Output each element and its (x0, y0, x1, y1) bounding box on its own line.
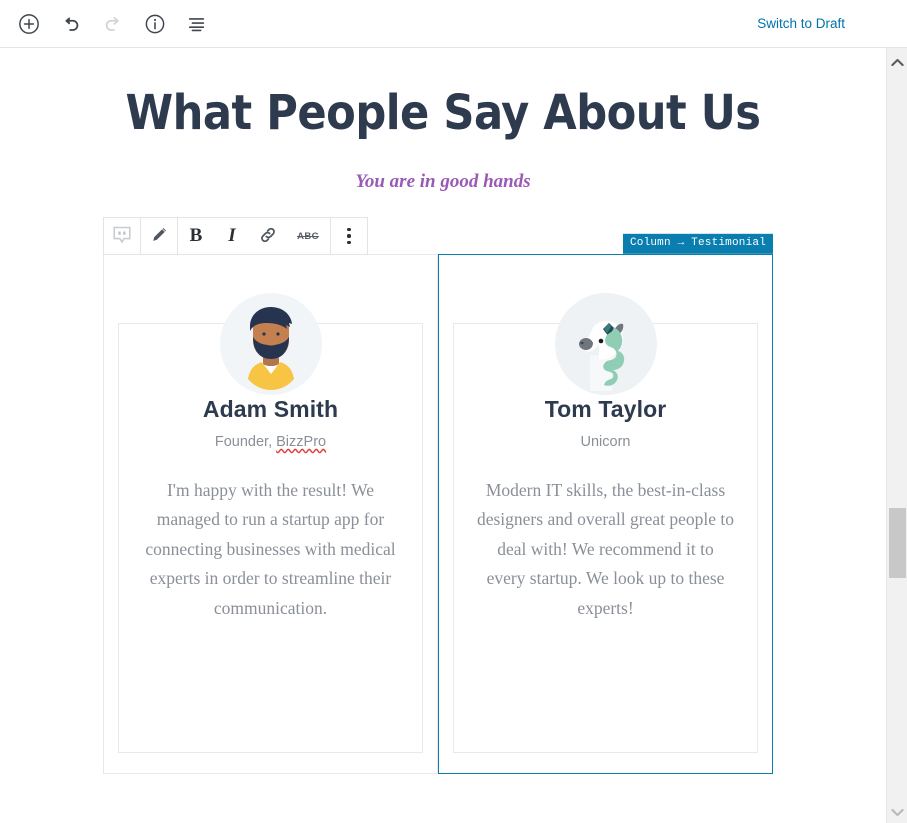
undo-button[interactable] (56, 9, 86, 39)
vertical-scrollbar[interactable] (886, 48, 907, 823)
text-format-group: B I ABC (178, 218, 331, 254)
undo-icon (60, 13, 82, 35)
italic-button[interactable]: I (214, 218, 250, 254)
block-type-group (104, 218, 141, 254)
editor-canvas: What People Say About Us You are in good… (0, 48, 886, 823)
link-button[interactable] (250, 218, 286, 254)
selected-block-breadcrumb: Column → Testimonial (622, 233, 773, 254)
bearded-man-avatar (219, 293, 322, 395)
editor-root: Switch to Draft What People Say About Us… (0, 0, 907, 823)
testimonial-name[interactable]: Tom Taylor (476, 396, 735, 423)
add-block-button[interactable] (14, 9, 44, 39)
column-block-1[interactable]: Adam Smith Founder, BizzPro I'm happy wi… (103, 254, 438, 774)
strikethrough-button[interactable]: ABC (286, 218, 330, 254)
scroll-down-button[interactable] (887, 803, 907, 823)
more-options-group (331, 218, 367, 254)
more-options-button[interactable] (331, 218, 367, 254)
pencil-icon (149, 225, 169, 248)
block-edit-group (141, 218, 178, 254)
content-info-button[interactable] (140, 9, 170, 39)
info-circle-icon (144, 13, 166, 35)
testimonial-role[interactable]: Unicorn (476, 423, 735, 450)
page-subtitle[interactable]: You are in good hands (0, 141, 886, 193)
block-toolbar: B I ABC (103, 217, 368, 255)
page-title[interactable]: What People Say About Us (0, 48, 886, 141)
editor-top-bar: Switch to Draft (0, 0, 907, 48)
chevron-down-icon (891, 804, 904, 822)
columns-block: Adam Smith Founder, BizzPro I'm happy wi… (103, 233, 773, 774)
chevron-up-icon (891, 54, 904, 72)
block-navigation-button[interactable] (182, 9, 212, 39)
scrollbar-thumb[interactable] (889, 508, 906, 578)
quote-bubble-icon (111, 224, 133, 249)
edit-pencil-button[interactable] (141, 218, 177, 254)
list-view-icon (186, 13, 208, 35)
plus-circle-icon (18, 13, 40, 35)
testimonial-quote[interactable]: I'm happy with the result! We managed to… (141, 450, 400, 623)
vertical-dots-icon (347, 227, 351, 245)
switch-to-draft-link[interactable]: Switch to Draft (757, 16, 845, 31)
testimonial-role-company: BizzPro (276, 434, 327, 450)
testimonial-quote[interactable]: Modern IT skills, the best-in-class desi… (476, 450, 735, 623)
link-icon (258, 225, 278, 248)
testimonial-role[interactable]: Founder, BizzPro (141, 423, 400, 450)
testimonial-name[interactable]: Adam Smith (141, 396, 400, 423)
block-type-testimonial-button[interactable] (104, 218, 140, 254)
redo-icon (102, 13, 124, 35)
unicorn-avatar (554, 293, 657, 395)
editor-tools-group (14, 9, 212, 39)
bold-button[interactable]: B (178, 218, 214, 254)
testimonial-role-prefix: Founder, (214, 434, 277, 450)
scroll-up-button[interactable] (887, 53, 907, 73)
column-block-2[interactable]: Column → Testimonial Tom Taylor Unicorn … (438, 233, 773, 774)
redo-button (98, 9, 128, 39)
